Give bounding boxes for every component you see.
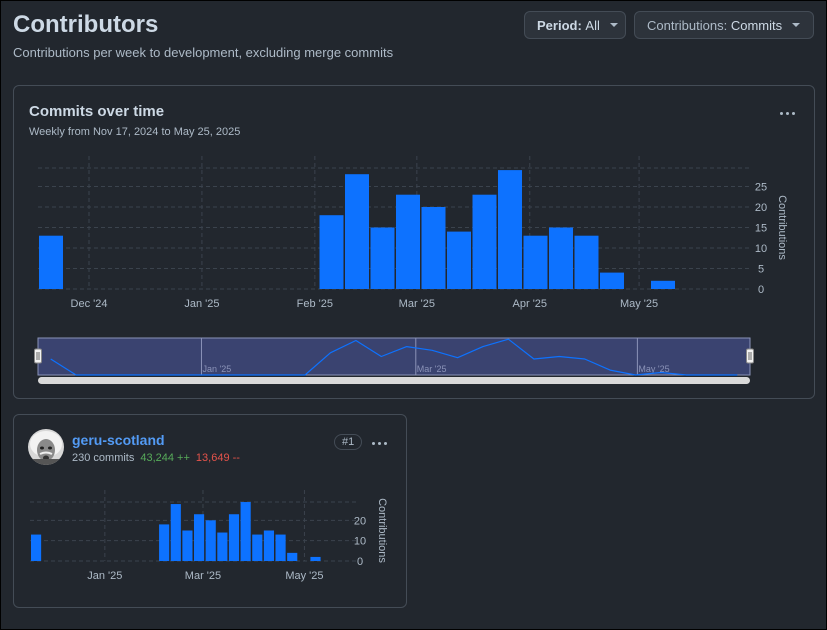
- bar: [600, 272, 624, 289]
- y-tick-label: 0: [357, 556, 363, 568]
- period-label: Period:: [537, 17, 582, 33]
- bar: [39, 235, 63, 289]
- bar: [421, 207, 446, 289]
- contributor-card: geru-scotland 230 commits 43,244 ++ 13,649…: [13, 414, 407, 608]
- bar: [287, 552, 298, 561]
- x-tick-label: May '25: [285, 570, 323, 582]
- x-tick-label: Feb '25: [297, 298, 333, 310]
- bar: [310, 556, 321, 561]
- bar: [472, 194, 497, 289]
- period-dropdown[interactable]: Period: All: [524, 11, 626, 39]
- bar: [170, 504, 181, 561]
- chevron-down-icon: [609, 23, 618, 27]
- bar: [263, 530, 274, 561]
- x-tick-label: Jan '25: [87, 570, 122, 582]
- bar: [651, 280, 675, 289]
- y-tick-label: 25: [755, 182, 767, 194]
- bar: [159, 524, 170, 561]
- y-tick-label: 0: [758, 284, 764, 296]
- bar: [228, 514, 240, 561]
- bar: [370, 227, 395, 289]
- bar: [498, 170, 522, 289]
- bar: [549, 227, 573, 289]
- bar: [275, 534, 286, 561]
- bar: [345, 174, 369, 289]
- page-subtitle: Contributions per week to development, e…: [13, 45, 394, 60]
- chevron-down-icon: [792, 23, 801, 27]
- navigator-label: Jan '25: [202, 364, 231, 374]
- x-tick-label: Mar '25: [185, 570, 221, 582]
- navigator-label: Mar '25: [417, 364, 447, 374]
- bar: [194, 514, 205, 561]
- bar: [574, 235, 599, 289]
- bar: [182, 530, 193, 561]
- bar: [217, 532, 228, 561]
- y-axis-title: Contributions: [776, 195, 788, 260]
- bar: [319, 215, 344, 289]
- navigator-left-handle[interactable]: [34, 348, 42, 364]
- x-tick-label: May '25: [620, 298, 658, 310]
- contributor-chart: Jan '25 Mar '25 May '25 0 10 20 Contributions: [30, 490, 388, 582]
- x-tick-label: Apr '25: [513, 298, 548, 310]
- bar: [396, 194, 420, 289]
- navigator-scrollbar[interactable]: [38, 377, 750, 384]
- x-tick-label: Dec '24: [71, 298, 108, 310]
- navigator-right-handle[interactable]: [746, 348, 754, 364]
- commits-over-time-card: Commits over time Weekly from Nov 17, 20…: [13, 85, 815, 399]
- bar: [523, 235, 548, 289]
- y-axis-title: Contributions: [376, 498, 388, 563]
- main-chart: Dec '24 Jan '25 Feb '25 Mar '25 Apr '25 May '…: [34, 156, 788, 384]
- x-tick-label: Jan '25: [184, 298, 219, 310]
- y-tick-label: 10: [755, 243, 767, 255]
- bar: [31, 534, 42, 561]
- x-tick-label: Mar '25: [399, 298, 435, 310]
- bar: [252, 534, 263, 561]
- period-value: All: [585, 17, 600, 33]
- contributions-label: Contributions:: [647, 17, 728, 33]
- y-tick-label: 10: [354, 536, 366, 548]
- bar: [447, 231, 471, 289]
- page-title: Contributors: [13, 11, 159, 38]
- y-tick-label: 15: [755, 223, 767, 235]
- y-tick-label: 20: [354, 515, 366, 527]
- bar: [205, 520, 216, 561]
- contributions-value: Commits: [730, 17, 783, 33]
- bar: [240, 502, 251, 561]
- y-tick-label: 20: [755, 202, 767, 214]
- y-tick-label: 5: [758, 264, 764, 276]
- contributions-dropdown[interactable]: Contributions: Commits: [634, 11, 814, 39]
